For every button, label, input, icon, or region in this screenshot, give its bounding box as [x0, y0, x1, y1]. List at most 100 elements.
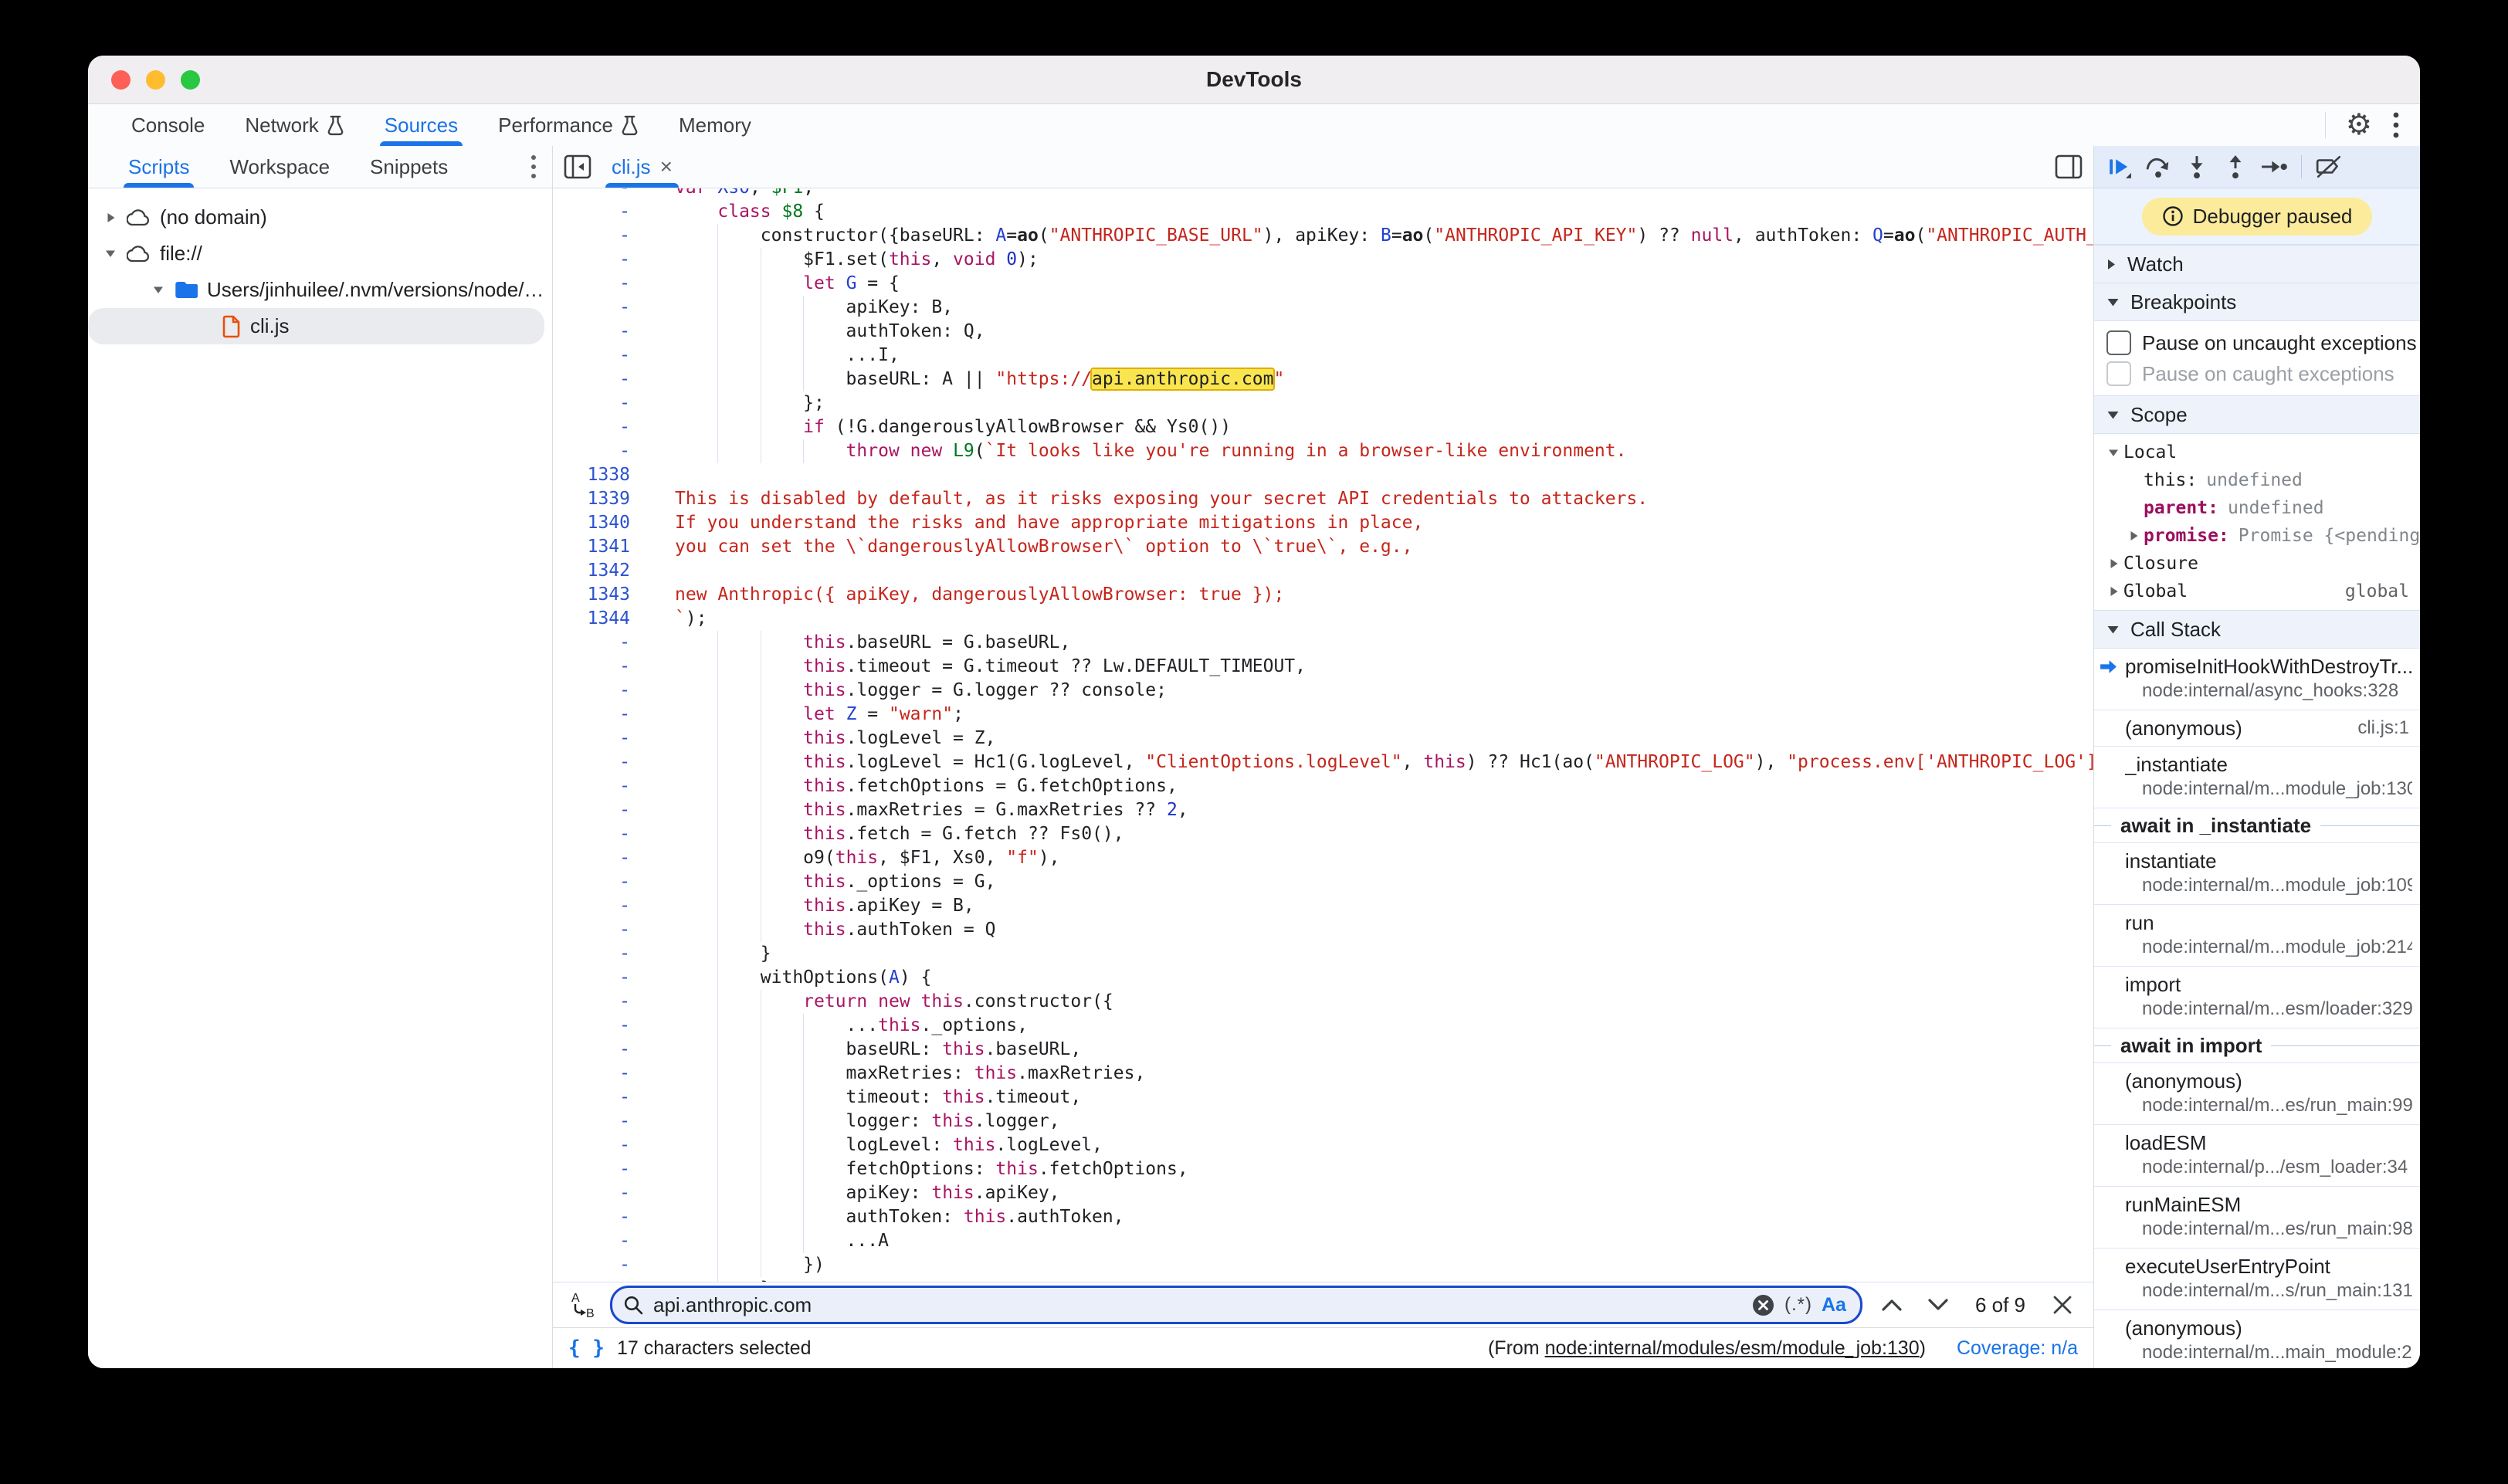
from-location-link[interactable]: node:internal/modules/esm/module_job:130	[1545, 1337, 1920, 1359]
tree-item-no-domain[interactable]: (no domain)	[88, 199, 552, 235]
line-number[interactable]: -	[553, 1133, 647, 1157]
chevron-expanded-icon[interactable]	[147, 285, 170, 295]
section-scope[interactable]: Scope	[2094, 395, 2420, 434]
scope-group-local[interactable]: Local	[2094, 439, 2420, 466]
deactivate-breakpoints-button[interactable]	[2311, 149, 2347, 185]
line-number[interactable]: -	[553, 1086, 647, 1110]
section-watch[interactable]: Watch	[2094, 245, 2420, 283]
coverage-link[interactable]: Coverage: n/a	[1957, 1337, 2078, 1360]
match-case-toggle[interactable]: Aa	[1822, 1294, 1846, 1316]
navigator-tab-snippets[interactable]: Snippets	[350, 146, 468, 188]
line-number[interactable]: -	[553, 846, 647, 870]
line-number[interactable]: -	[553, 188, 647, 200]
line-number[interactable]: -	[553, 391, 647, 415]
line-number[interactable]: -	[553, 1181, 647, 1205]
replace-a-to-b-icon[interactable]: A B	[567, 1289, 598, 1320]
pane-left-toggle-icon[interactable]	[564, 154, 591, 179]
line-number[interactable]: -	[553, 1253, 647, 1277]
line-number[interactable]: -	[553, 1014, 647, 1038]
stack-frame-promiseinithookwithdestroytr[interactable]: promiseInitHookWithDestroyTr...node:inte…	[2094, 649, 2420, 710]
stack-frame-runmainesm[interactable]: runMainESMnode:internal/m...es/run_main:…	[2094, 1187, 2420, 1249]
scope-group-global[interactable]: Globalglobal	[2094, 578, 2420, 605]
editor-tab-clijs[interactable]: cli.js ×	[598, 146, 686, 188]
kebab-menu-icon[interactable]	[2392, 111, 2400, 139]
source-code-view[interactable]: -var Xs0, $F1;- class $8 {- constructor(…	[553, 188, 2093, 1282]
section-breakpoints[interactable]: Breakpoints	[2094, 283, 2420, 321]
line-number[interactable]: -	[553, 224, 647, 248]
line-number[interactable]: -	[553, 344, 647, 368]
line-number[interactable]: -	[553, 942, 647, 966]
line-number[interactable]: -	[553, 966, 647, 990]
stack-frame-import[interactable]: importnode:internal/m...esm/loader:329	[2094, 967, 2420, 1028]
line-number[interactable]: -	[553, 1110, 647, 1133]
chevron-expanded-icon[interactable]	[99, 249, 122, 259]
tab-network[interactable]: Network	[225, 104, 364, 146]
line-number[interactable]: -	[553, 894, 647, 918]
chevron-collapsed-icon[interactable]	[99, 212, 122, 224]
line-number[interactable]: -	[553, 750, 647, 774]
line-number[interactable]: -	[553, 679, 647, 703]
stack-frame-anonymous[interactable]: (anonymous)node:internal/m...main_module…	[2094, 1310, 2420, 1368]
navigator-tab-scripts[interactable]: Scripts	[108, 146, 209, 188]
navigator-kebab-menu-icon[interactable]	[530, 146, 552, 188]
tab-performance[interactable]: Performance	[478, 104, 659, 146]
navigator-tab-workspace[interactable]: Workspace	[209, 146, 350, 188]
editor-tab-close-icon[interactable]: ×	[660, 154, 673, 179]
chevron-expanded-icon[interactable]	[2103, 448, 2123, 458]
stack-frame-anonymous[interactable]: (anonymous)cli.js:1	[2094, 710, 2420, 747]
stack-frame-anonymous[interactable]: (anonymous)node:internal/m...es/run_main…	[2094, 1063, 2420, 1125]
line-number[interactable]: -	[553, 439, 647, 463]
line-number[interactable]: 1342	[553, 559, 647, 583]
line-number[interactable]: -	[553, 1157, 647, 1181]
section-call-stack[interactable]: Call Stack	[2094, 610, 2420, 649]
pane-right-toggle-icon[interactable]	[2055, 154, 2083, 179]
line-number[interactable]: -	[553, 631, 647, 655]
stack-frame-executeuserentrypoint[interactable]: executeUserEntryPointnode:internal/m...s…	[2094, 1249, 2420, 1310]
line-number[interactable]: -	[553, 1062, 647, 1086]
tab-console[interactable]: Console	[111, 104, 225, 146]
line-number[interactable]: 1341	[553, 535, 647, 559]
stack-frame-loadesm[interactable]: loadESMnode:internal/p.../esm_loader:34	[2094, 1125, 2420, 1187]
chevron-down-icon[interactable]	[1921, 1288, 1955, 1322]
step-into-button[interactable]	[2179, 149, 2215, 185]
line-number[interactable]: -	[553, 727, 647, 750]
tab-memory[interactable]: Memory	[659, 104, 771, 146]
line-number[interactable]: -	[553, 296, 647, 320]
line-number[interactable]: -	[553, 415, 647, 439]
regex-toggle[interactable]: (.*)	[1784, 1294, 1812, 1316]
line-number[interactable]: -	[553, 655, 647, 679]
tree-item-cli-js[interactable]: cli.js	[88, 308, 544, 344]
line-number[interactable]: 1338	[553, 463, 647, 487]
line-number[interactable]: 1339	[553, 487, 647, 511]
checkbox-unchecked[interactable]	[2106, 330, 2131, 355]
scope-prop-promise[interactable]: promise:Promise {<pending>}	[2094, 522, 2420, 550]
line-number[interactable]: -	[553, 1038, 647, 1062]
scope-group-closure[interactable]: Closure	[2094, 550, 2420, 578]
pretty-print-icon[interactable]: { }	[568, 1337, 605, 1360]
clear-circle-icon[interactable]	[1751, 1293, 1775, 1317]
line-number[interactable]: -	[553, 200, 647, 224]
line-number[interactable]: -	[553, 798, 647, 822]
line-number[interactable]: -	[553, 870, 647, 894]
step-over-button[interactable]	[2140, 149, 2176, 185]
line-number[interactable]: 1343	[553, 583, 647, 607]
line-number[interactable]: -	[553, 703, 647, 727]
line-number[interactable]: -	[553, 248, 647, 272]
checkbox-unchecked[interactable]	[2106, 361, 2131, 386]
line-number[interactable]: -	[553, 1277, 647, 1282]
chevron-collapsed-icon[interactable]	[2103, 557, 2123, 570]
resume-button[interactable]	[2102, 149, 2137, 185]
line-number[interactable]: 1340	[553, 511, 647, 535]
close-icon[interactable]	[2045, 1288, 2079, 1322]
stack-frame-run[interactable]: runnode:internal/m...module_job:214	[2094, 905, 2420, 967]
line-number[interactable]: -	[553, 774, 647, 798]
line-number[interactable]: -	[553, 1205, 647, 1229]
search-input[interactable]: api.anthropic.com (.*) Aa	[610, 1286, 1862, 1324]
line-number[interactable]: -	[553, 822, 647, 846]
line-number[interactable]: -	[553, 918, 647, 942]
settings-gear-icon[interactable]: ⚙	[2346, 110, 2372, 140]
chevron-collapsed-icon[interactable]	[2103, 585, 2123, 598]
chevron-up-icon[interactable]	[1875, 1288, 1909, 1322]
step-out-button[interactable]	[2218, 149, 2253, 185]
line-number[interactable]: -	[553, 320, 647, 344]
